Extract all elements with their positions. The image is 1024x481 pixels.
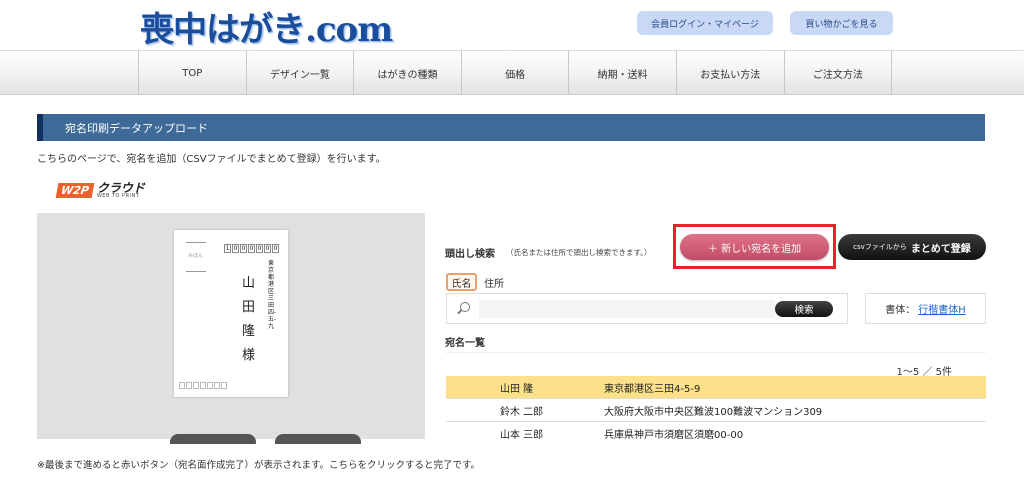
row-address: 東京都港区三田4-5-9 <box>604 383 701 395</box>
result-count: 1〜5 ／ 5件 <box>896 367 952 378</box>
csv-bulk-register-button[interactable]: csvファイルから まとめて登録 <box>838 234 986 260</box>
preview-button[interactable] <box>275 434 361 444</box>
sender-zip-box <box>214 382 220 389</box>
font-selector: 書体： 行楷書体H <box>865 293 986 324</box>
sender-zip-box <box>200 382 206 389</box>
zip-digit: 0 <box>240 244 247 253</box>
nav-item-order[interactable]: ご注文方法 <box>785 51 893 95</box>
stamp-line <box>186 271 206 272</box>
csv-button-label: まとめて登録 <box>910 243 971 255</box>
sender-zip-box <box>193 382 199 389</box>
search-note: （氏名または住所で頭出し検索できます。） <box>506 248 652 257</box>
sample-mark: みほん <box>188 253 204 259</box>
add-new-address-button[interactable]: ＋ 新しい宛名を追加 <box>680 234 829 260</box>
nav-item-price[interactable]: 価格 <box>462 51 570 95</box>
preview-address: 東京都港区三田四-五-九 <box>268 260 277 330</box>
table-row[interactable]: 鈴木 二郎 大阪府大阪市中央区難波100難波マンション309 <box>446 399 986 422</box>
postcard-preview-panel: みほん 1 0 0 0 0 0 0 東京都港区三田四-五-九 山田隆様 <box>37 213 425 444</box>
row-address: 大阪府大阪市中央区難波100難波マンション309 <box>604 406 823 418</box>
zip-digit: 0 <box>256 244 263 253</box>
member-login-button[interactable]: 会員ログイン・マイページ <box>637 11 773 35</box>
nav-item-designs[interactable]: デザイン一覧 <box>247 51 355 95</box>
nav-item-delivery[interactable]: 納期・送料 <box>569 51 677 95</box>
nav-item-top[interactable]: TOP <box>139 51 247 95</box>
search-input[interactable] <box>479 300 775 318</box>
search-label: 頭出し検索 <box>445 249 495 260</box>
row-address: 兵庫県神戸市須磨区須磨00-00 <box>604 429 744 441</box>
address-list-label: 宛名一覧 <box>445 338 485 349</box>
font-link[interactable]: 行楷書体H <box>918 301 966 316</box>
nav-item-payment[interactable]: お支払い方法 <box>677 51 785 95</box>
table-row[interactable]: 山田 隆 東京都港区三田4-5-9 <box>446 376 986 399</box>
zip-digit: 0 <box>248 244 255 253</box>
search-icon <box>460 302 470 312</box>
search-button[interactable]: 検索 <box>775 301 833 317</box>
preview-name: 山田隆様 <box>242 276 256 363</box>
zip-code-boxes: 1 0 0 0 0 0 0 <box>224 244 280 253</box>
w2p-badge: W2P <box>55 183 95 198</box>
preview-button[interactable] <box>170 434 256 444</box>
nav-item-card-types[interactable]: はがきの種類 <box>354 51 462 95</box>
zip-digit: 1 <box>224 244 231 253</box>
row-name: 鈴木 二郎 <box>500 406 544 418</box>
w2p-sub: WEB TO PRINT <box>96 193 140 199</box>
tab-address[interactable]: 住所 <box>482 273 506 291</box>
postcard-preview: みほん 1 0 0 0 0 0 0 東京都港区三田四-五-九 山田隆様 <box>174 230 288 397</box>
site-logo[interactable]: 喪中はがき.com <box>140 2 393 51</box>
search-box: 検索 <box>446 293 848 324</box>
zip-digit: 0 <box>264 244 271 253</box>
table-row[interactable]: 山本 三郎 兵庫県神戸市須磨区須磨00-00 <box>446 422 986 441</box>
view-cart-button[interactable]: 買い物かごを見る <box>790 11 893 35</box>
sender-zip-box <box>221 382 227 389</box>
global-nav: TOP デザイン一覧 はがきの種類 価格 納期・送料 お支払い方法 ご注文方法 <box>0 50 1024 95</box>
sender-zip-box <box>179 382 185 389</box>
font-label: 書体： <box>885 305 916 316</box>
intro-text: こちらのページで、宛名を追加（CSVファイルでまとめて登録）を行います。 <box>37 154 386 165</box>
sender-zip-box <box>207 382 213 389</box>
row-name: 山本 三郎 <box>500 429 544 441</box>
site-header: 喪中はがき.com 会員ログイン・マイページ 買い物かごを見る <box>0 0 1024 50</box>
zip-digit: 0 <box>272 244 279 253</box>
footer-note: ※最後まで進めると赤いボタン（宛名面作成完了）が表示されます。こちらをクリックす… <box>37 460 481 471</box>
sender-zip-box <box>186 382 192 389</box>
zip-digit: 0 <box>232 244 239 253</box>
page-title: 宛名印刷データアップロード <box>37 114 985 141</box>
sender-zip-boxes <box>179 382 228 389</box>
tab-name[interactable]: 氏名 <box>446 273 477 291</box>
w2p-logo: W2P クラウド WEB TO PRINT <box>55 182 145 199</box>
row-name: 山田 隆 <box>500 383 534 395</box>
stamp-line <box>186 242 206 243</box>
csv-button-small-label: csvファイルから <box>853 243 907 251</box>
